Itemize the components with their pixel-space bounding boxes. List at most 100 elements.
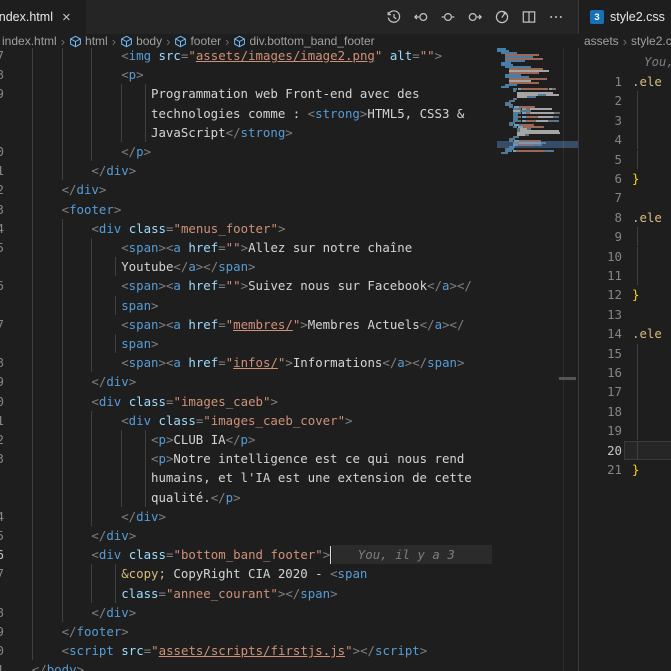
code-line[interactable]: 16 xyxy=(580,363,671,383)
editor-style2-css[interactable]: You, 1 .ele 2 3 4 5 6} 7 8 .ele 9 10 11 12} 13 14 .ele 15 1… xyxy=(580,48,671,671)
code-line[interactable]: 44</div> xyxy=(0,506,492,526)
previous-change-icon[interactable] xyxy=(413,9,429,25)
code-line[interactable]: 33<footer> xyxy=(0,199,492,219)
tab-index-html[interactable]: index.html × xyxy=(0,0,86,34)
code-line[interactable]: 36<span><a href="">Suivez nous sur Faceb… xyxy=(0,276,492,296)
code-line[interactable]: 51</body> xyxy=(0,660,492,671)
code-line[interactable]: 49</footer> xyxy=(0,622,492,642)
code-line[interactable]: 42<p>CLUB IA</p> xyxy=(0,430,492,450)
code-line[interactable]: 1 .ele xyxy=(580,72,671,91)
chevron-right-icon: › xyxy=(166,34,171,48)
code-line[interactable]: 5 xyxy=(580,149,671,169)
line-number: 11 xyxy=(607,268,622,283)
close-icon[interactable]: × xyxy=(62,10,71,25)
split-editor-icon[interactable] xyxy=(521,9,537,25)
code-line[interactable]: 18 xyxy=(580,401,671,421)
indent-guide xyxy=(61,353,63,373)
minimap-line xyxy=(546,94,559,96)
code-line[interactable]: 9 xyxy=(580,227,671,247)
next-change-icon[interactable] xyxy=(467,9,483,25)
code-line[interactable]: 20 xyxy=(580,440,671,460)
editor-index-html[interactable]: 27<img src="assets/images/image2.png" al… xyxy=(0,48,492,671)
symbol-cube-icon xyxy=(120,35,133,48)
code-line[interactable]: JavaScript</strong> xyxy=(0,122,492,142)
code-line[interactable]: 48</div> xyxy=(0,602,492,622)
indent-guide xyxy=(31,295,33,315)
code-line[interactable]: 10 xyxy=(580,246,671,266)
code-line[interactable]: 12} xyxy=(580,285,671,304)
code-line[interactable]: 28<p> xyxy=(0,65,492,85)
code-line[interactable]: 45</div> xyxy=(0,526,492,546)
code-line[interactable]: 31</div> xyxy=(0,161,492,181)
change-icon[interactable] xyxy=(440,9,456,25)
code-line[interactable]: Youtube</a></span> xyxy=(0,257,492,277)
minimap-line xyxy=(501,86,509,88)
breadcrumb-item-assets[interactable]: assets xyxy=(584,34,619,48)
indent-guide xyxy=(91,48,93,66)
code-line[interactable]: 13 xyxy=(580,305,671,324)
code-line[interactable]: 40<div class="images_caeb"> xyxy=(0,391,492,411)
minimap-line xyxy=(543,126,544,128)
code-line[interactable]: span> xyxy=(0,334,492,354)
indent-guide xyxy=(61,372,63,392)
breadcrumb-item-div-bottom-band-footer[interactable]: div.bottom_band_footer xyxy=(249,34,374,48)
code-line[interactable]: 3 xyxy=(580,110,671,130)
code-line[interactable]: 41<div class="images_caeb_cover"> xyxy=(0,410,492,430)
code-line[interactable]: 4 xyxy=(580,130,671,150)
breadcrumb-item-footer[interactable]: footer xyxy=(190,34,221,48)
breadcrumb-item-body[interactable]: body xyxy=(136,34,162,48)
code-line[interactable]: span> xyxy=(0,295,492,315)
code-line[interactable]: 32</div> xyxy=(0,180,492,200)
code-line[interactable]: 11 xyxy=(580,266,671,286)
indent-guide xyxy=(31,142,33,162)
code-line[interactable]: 29Programmation web Front-end avec des xyxy=(0,84,492,104)
code-line[interactable]: 21} xyxy=(580,460,671,479)
code-line[interactable]: 7 xyxy=(580,188,671,207)
breadcrumb-item-html[interactable]: html xyxy=(85,34,108,48)
minimap-line xyxy=(536,120,548,122)
code-line[interactable]: 27<img src="assets/images/image2.png" al… xyxy=(0,48,492,66)
code-line[interactable]: 30</p> xyxy=(0,142,492,162)
minimap-line xyxy=(555,88,556,90)
minimap-line xyxy=(530,112,554,114)
code-line[interactable]: 8 .ele xyxy=(580,208,671,227)
indent-guide xyxy=(91,583,93,603)
code-line[interactable]: 6} xyxy=(580,169,671,188)
indent-guide xyxy=(31,48,33,66)
code-line[interactable]: 38<span><a href="infos/">Informations</a… xyxy=(0,353,492,373)
line-number: 20 xyxy=(607,442,622,458)
editor-group-sash[interactable] xyxy=(578,0,579,671)
indent-guide xyxy=(31,257,33,277)
code-line[interactable]: 43<p>Notre intelligence est ce qui nous … xyxy=(0,449,492,469)
code-line[interactable]: 34<div class="menus_footer"> xyxy=(0,218,492,238)
code-line[interactable]: technologies comme : <strong>HTML5, CSS3… xyxy=(0,103,492,123)
tab-style2-css[interactable]: 3 style2.css xyxy=(580,0,671,34)
gauge-icon[interactable] xyxy=(494,9,510,25)
code-line[interactable]: 50<script src="assets/scripts/firstjs.js… xyxy=(0,641,492,661)
indent-guide xyxy=(31,449,33,469)
code-line[interactable]: 47&copy; CopyRight CIA 2020 - <span xyxy=(0,564,492,584)
line-number: 39 xyxy=(0,374,4,390)
more-actions-icon[interactable] xyxy=(548,9,564,25)
code-line[interactable]: 2 xyxy=(580,91,671,111)
code-line[interactable]: 17 xyxy=(580,382,671,402)
indent-guide xyxy=(31,276,33,296)
code-line[interactable]: 35<span><a href="">Allez sur notre chaîn… xyxy=(0,238,492,258)
code-line[interactable]: class="annee_courant"></span> xyxy=(0,583,492,603)
history-icon[interactable] xyxy=(386,9,402,25)
code-line[interactable]: 37<span><a href="membres/">Membres Actue… xyxy=(0,314,492,334)
code-line[interactable]: humains, et l'IA est une extension de ce… xyxy=(0,468,492,488)
line-number: 34 xyxy=(0,220,4,236)
code-line[interactable]: 15 xyxy=(580,343,671,363)
code-line[interactable]: 19 xyxy=(580,421,671,441)
breadcrumb-item-style2-css[interactable]: style2.css xyxy=(631,34,671,48)
code-line[interactable]: qualité.</p> xyxy=(0,487,492,507)
indent-guide xyxy=(61,468,63,488)
breadcrumb-item-file[interactable]: index.html xyxy=(2,34,57,48)
code-line[interactable]: 39</div> xyxy=(0,372,492,392)
indent-guide xyxy=(637,363,638,383)
indent-guide xyxy=(91,238,93,258)
line-number: 14 xyxy=(607,326,622,342)
code-line[interactable]: 46<div class="bottom_band_footer">You, i… xyxy=(0,545,492,565)
code-line[interactable]: 14 .ele xyxy=(580,324,671,343)
